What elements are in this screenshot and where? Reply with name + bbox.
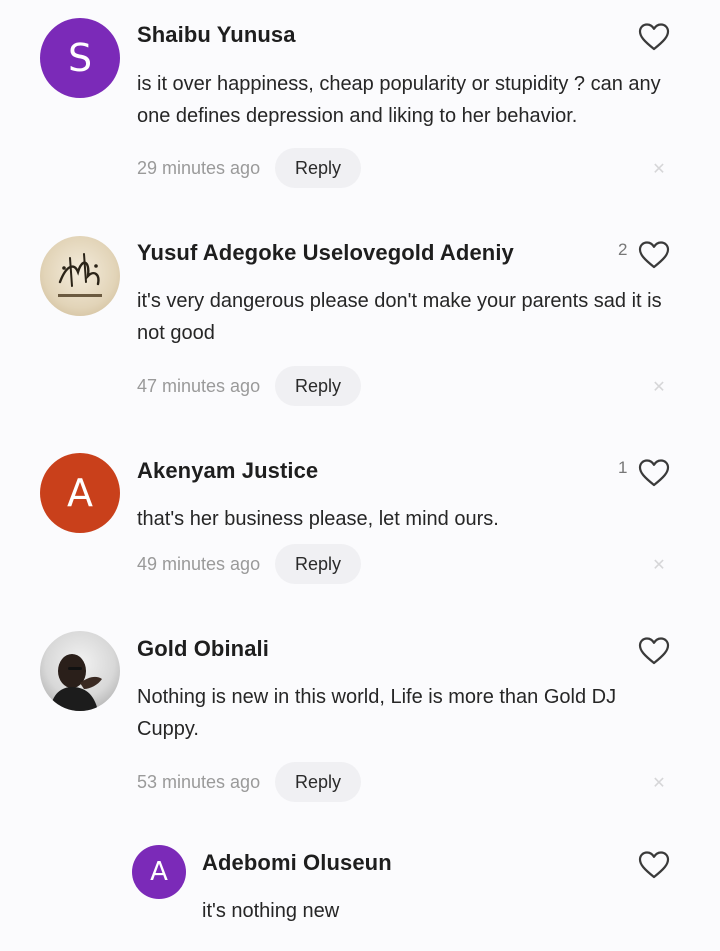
reply-text: it's nothing new	[202, 900, 340, 922]
heart-outline-icon[interactable]	[638, 850, 670, 880]
reply-item: A Adebomi Oluseun it's nothing new	[0, 0, 720, 951]
avatar-letter: A	[150, 857, 168, 887]
reply-author[interactable]: Adebomi Oluseun	[202, 850, 392, 876]
avatar[interactable]: A	[132, 845, 186, 899]
